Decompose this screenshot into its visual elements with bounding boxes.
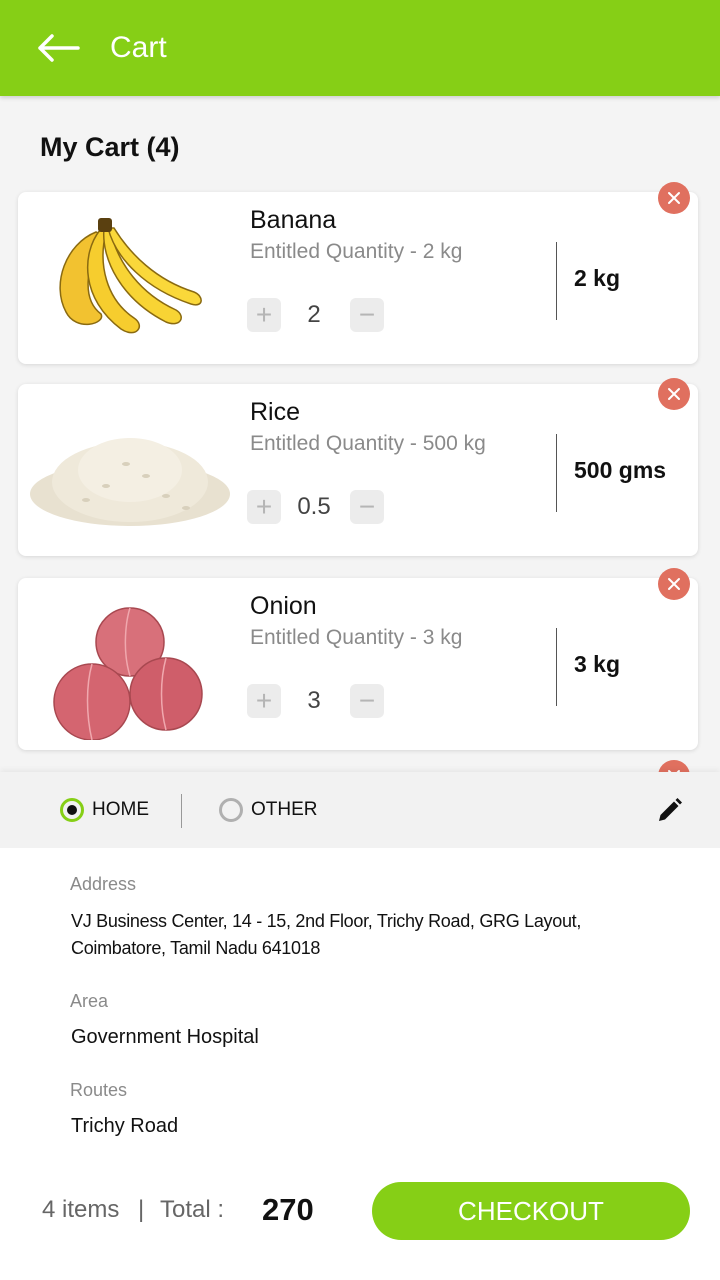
app-bar: Cart bbox=[0, 0, 720, 96]
decrease-button[interactable]: − bbox=[350, 684, 384, 718]
address-label: Address bbox=[70, 874, 137, 894]
divider bbox=[556, 242, 557, 320]
divider bbox=[556, 434, 557, 512]
cart-item-card: Rice Entitled Quantity - 500 kg + 0.5 − … bbox=[18, 384, 698, 556]
remove-item-button[interactable] bbox=[658, 378, 690, 410]
area-label: Area bbox=[70, 991, 109, 1011]
other-radio[interactable]: OTHER bbox=[219, 798, 318, 822]
decrease-button[interactable]: − bbox=[350, 490, 384, 524]
page-title: Cart bbox=[110, 31, 167, 64]
item-weight: 3 kg bbox=[574, 650, 621, 677]
onion-image bbox=[53, 607, 203, 740]
rice-image bbox=[30, 438, 230, 526]
close-icon bbox=[668, 578, 680, 590]
back-button[interactable] bbox=[28, 18, 88, 78]
quantity-value: 0.5 bbox=[297, 493, 331, 520]
item-count: 4 items bbox=[42, 1196, 120, 1223]
other-label: OTHER bbox=[251, 799, 318, 820]
arrow-left-icon bbox=[38, 34, 80, 62]
cart-item-card: Banana Entitled Quantity - 2 kg + 2 − 2 … bbox=[18, 192, 698, 364]
remove-item-button[interactable] bbox=[658, 568, 690, 600]
checkout-footer: 4 items | Total : 270 CHECKOUT bbox=[0, 1160, 720, 1280]
cart-item-card: Onion Entitled Quantity - 3 kg + 3 − 3 k… bbox=[18, 578, 698, 750]
home-label: HOME bbox=[92, 799, 149, 820]
item-name: Onion bbox=[250, 592, 317, 620]
routes-label: Routes bbox=[70, 1080, 128, 1100]
radio-unselected-icon bbox=[219, 798, 243, 822]
routes-value: Trichy Road bbox=[71, 1115, 179, 1137]
area-value: Government Hospital bbox=[71, 1026, 259, 1048]
remove-item-button[interactable] bbox=[658, 182, 690, 214]
total-value: 270 bbox=[262, 1192, 314, 1227]
pencil-icon bbox=[659, 798, 682, 821]
edit-address-button[interactable] bbox=[654, 796, 684, 826]
item-name: Rice bbox=[250, 398, 301, 426]
checkout-button[interactable]: CHECKOUT bbox=[372, 1182, 690, 1240]
item-weight: 2 kg bbox=[574, 264, 621, 291]
address-type-bar: HOME OTHER bbox=[0, 772, 720, 848]
increase-button[interactable]: + bbox=[247, 490, 281, 524]
quantity-value: 3 bbox=[307, 687, 321, 714]
decrease-button[interactable]: − bbox=[350, 298, 384, 332]
home-radio[interactable]: HOME bbox=[60, 798, 149, 822]
radio-selected-icon bbox=[60, 798, 84, 822]
total-label: Total : bbox=[160, 1196, 225, 1223]
quantity-value: 2 bbox=[307, 301, 321, 328]
item-name: Banana bbox=[250, 206, 337, 234]
entitled-quantity: Entitled Quantity - 2 kg bbox=[250, 240, 463, 263]
increase-button[interactable]: + bbox=[247, 298, 281, 332]
banana-image bbox=[59, 218, 202, 334]
address-line-2: Coimbatore, Tamil Nadu 641018 bbox=[71, 938, 321, 958]
address-line-1: VJ Business Center, 14 - 15, 2nd Floor, … bbox=[71, 911, 582, 931]
cart-heading: My Cart (4) bbox=[40, 132, 180, 162]
close-icon bbox=[668, 388, 680, 400]
entitled-quantity: Entitled Quantity - 3 kg bbox=[250, 626, 463, 649]
separator: | bbox=[138, 1196, 145, 1223]
entitled-quantity: Entitled Quantity - 500 kg bbox=[250, 432, 486, 455]
divider bbox=[556, 628, 557, 706]
close-icon bbox=[668, 192, 680, 204]
divider bbox=[181, 794, 182, 828]
increase-button[interactable]: + bbox=[247, 684, 281, 718]
